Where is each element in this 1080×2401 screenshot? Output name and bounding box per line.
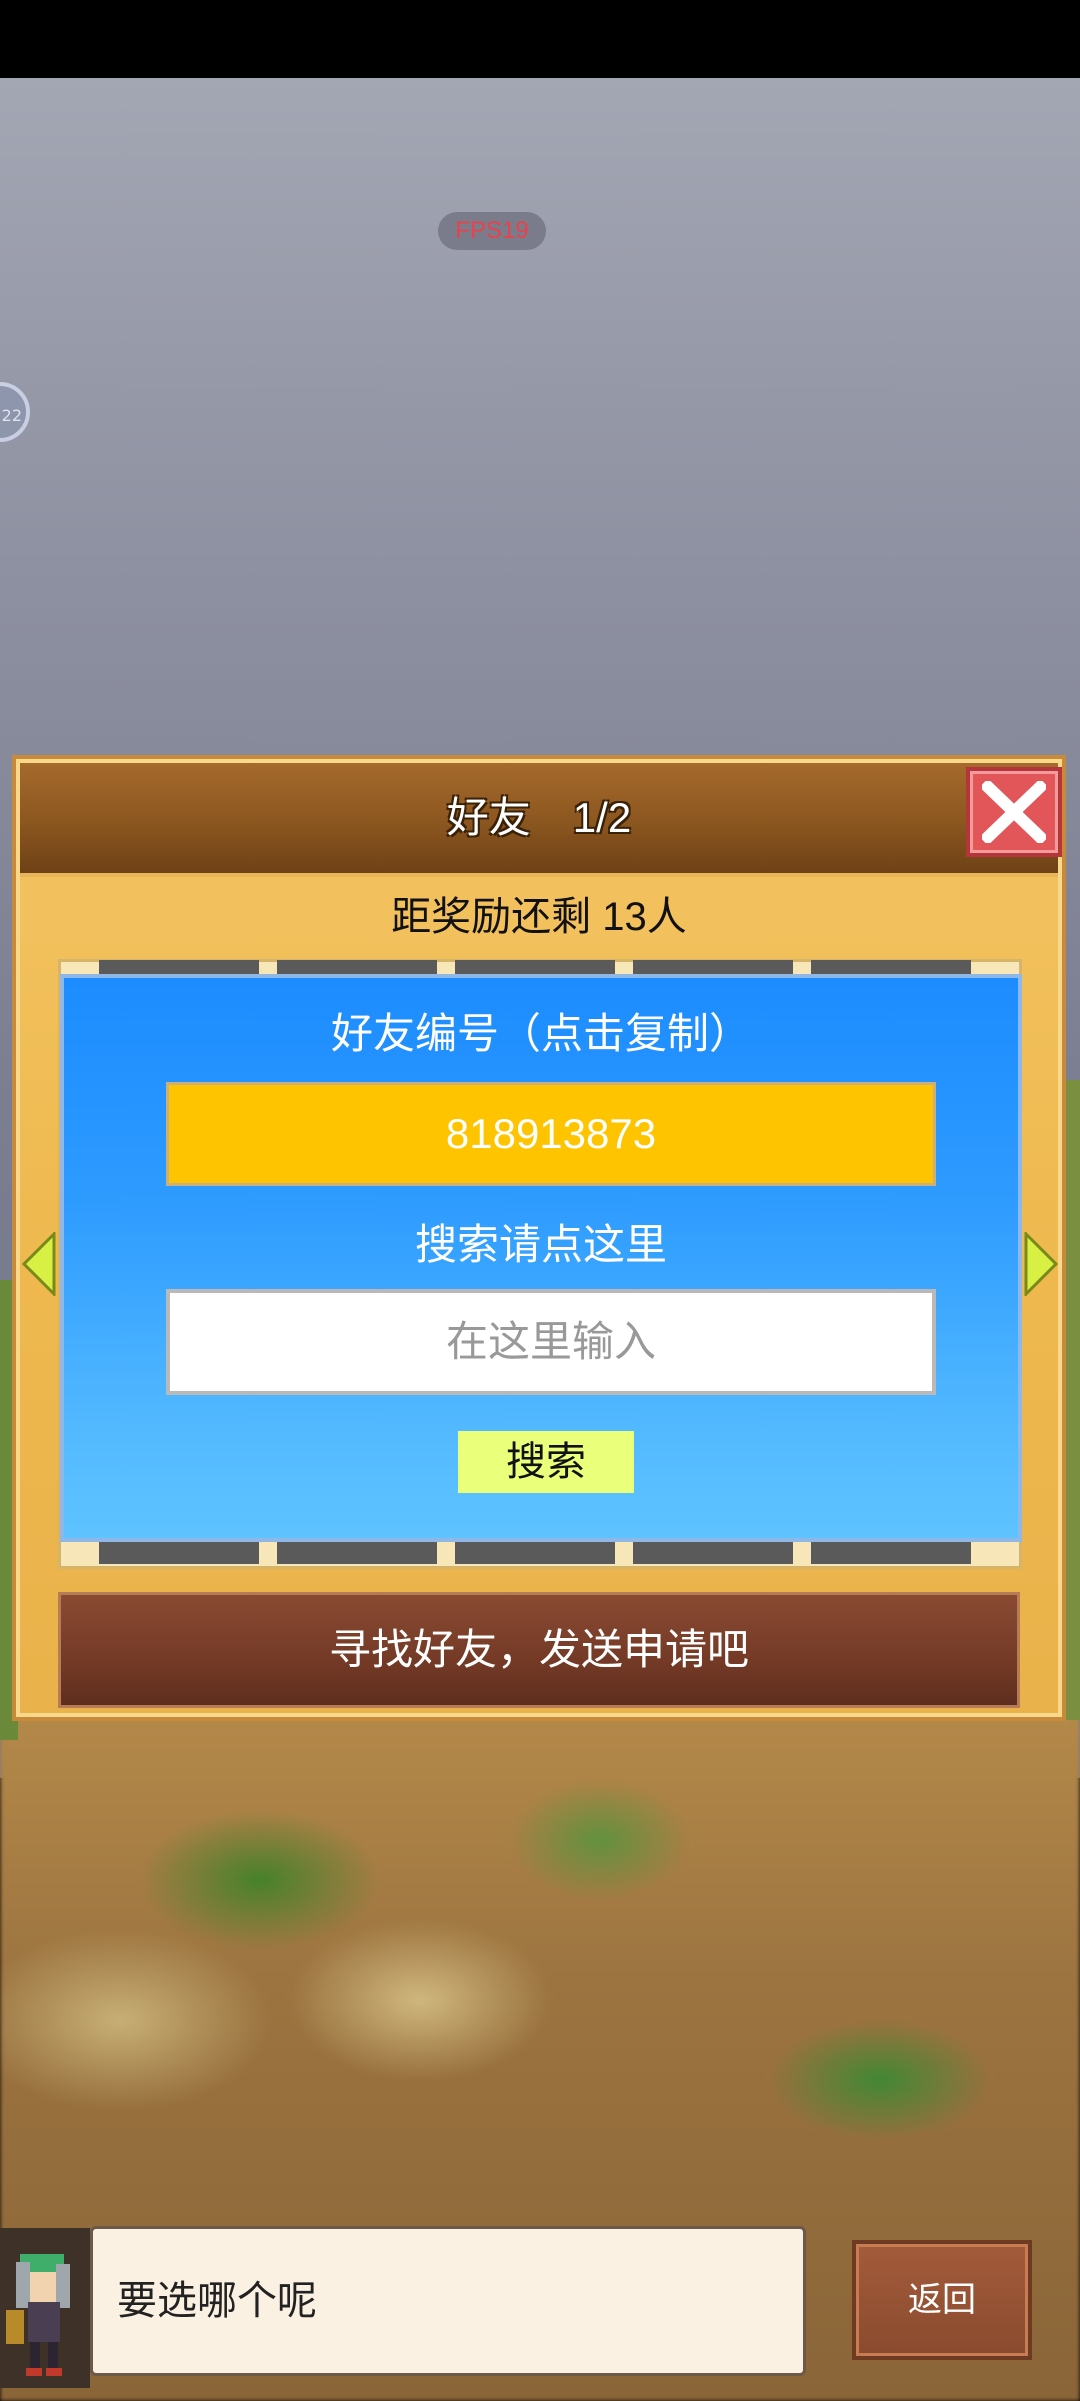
reward-progress-text: 距奖励还剩 13人 (391, 895, 687, 939)
friend-id-popup: 好友编号（点击复制） 818913873 搜索请点这里 在这里输入 搜索 (60, 974, 1022, 1542)
speech-text: 要选哪个呢 (117, 2279, 317, 2323)
fps-counter: FPS19 (438, 212, 546, 250)
friend-slot (811, 1542, 971, 1564)
friend-slot (99, 1542, 259, 1564)
search-button[interactable]: 搜索 (458, 1431, 634, 1493)
find-friends-button[interactable]: 寻找好友，发送申请吧 (58, 1592, 1020, 1708)
status-bar (0, 0, 1080, 78)
friend-id-label: 好友编号（点击复制） (330, 1010, 751, 1057)
dialog-title: 好友 1/2 (446, 794, 632, 841)
previous-page-arrow-icon[interactable] (20, 1232, 56, 1296)
search-label: 搜索请点这里 (414, 1221, 667, 1268)
friend-id-copy-field[interactable]: 818913873 (166, 1082, 936, 1186)
close-button[interactable] (966, 767, 1062, 857)
friend-slot (277, 1542, 437, 1564)
speech-bubble: 要选哪个呢 (90, 2226, 806, 2376)
next-page-arrow-icon[interactable] (1024, 1232, 1060, 1296)
back-button[interactable]: 返回 (852, 2240, 1032, 2360)
character-avatar-icon (6, 2254, 70, 2376)
close-icon (982, 781, 1046, 843)
search-input[interactable]: 在这里输入 (166, 1289, 936, 1395)
friend-slot (455, 1542, 615, 1564)
dialog-header: 好友 1/2 (20, 763, 1058, 877)
friends-dialog: 好友 1/2 距奖励还剩 13人 好友编号（点击复制） 818913873 搜索… (12, 755, 1066, 1721)
friend-slot (633, 1542, 793, 1564)
background-foliage-right (1066, 1080, 1080, 1720)
